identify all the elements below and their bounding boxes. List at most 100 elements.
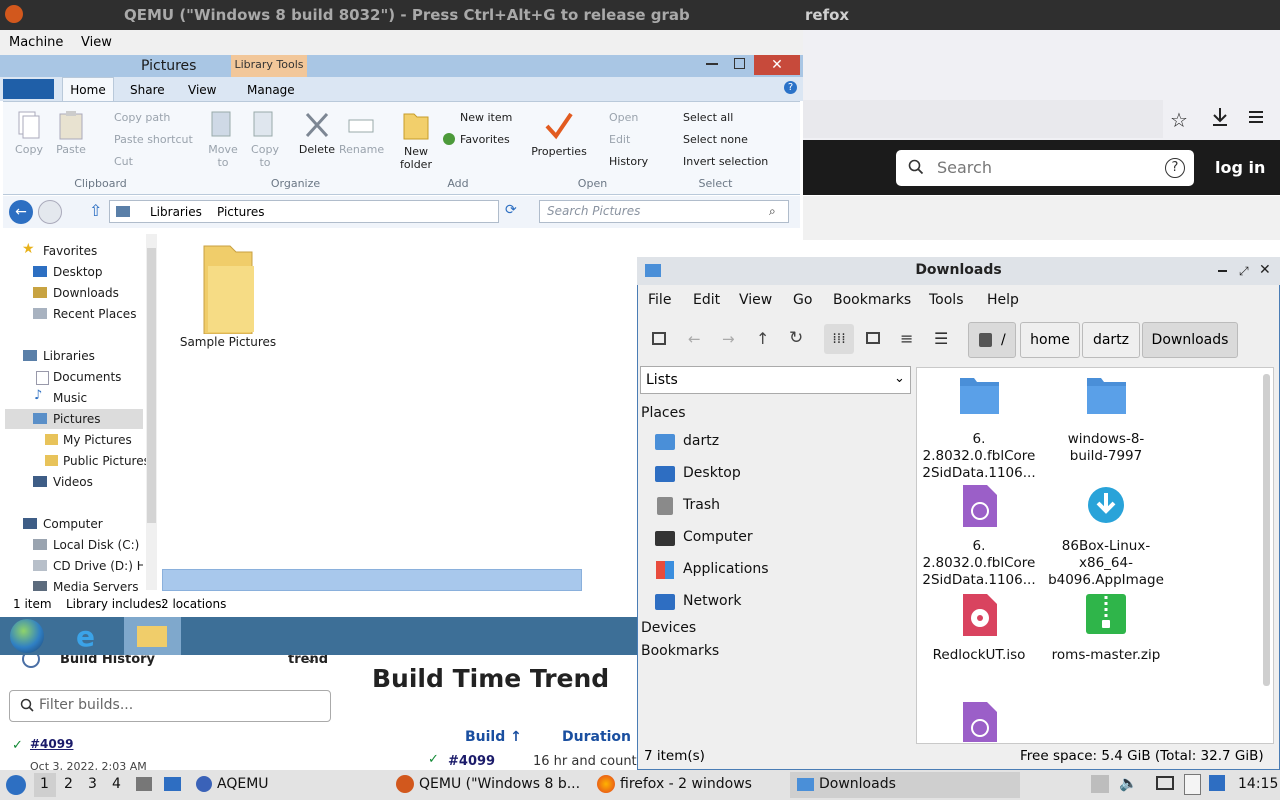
- notes-icon[interactable]: [1209, 775, 1225, 791]
- tray-eject-icon[interactable]: [1091, 775, 1109, 793]
- icon-view-icon[interactable]: ⁞⁞⁞: [824, 324, 854, 354]
- file-item[interactable]: roms-master.zip: [1046, 592, 1166, 664]
- firefox-url-bar[interactable]: [803, 100, 1163, 138]
- path-root-button[interactable]: /: [968, 322, 1016, 358]
- place-trash[interactable]: Trash: [683, 497, 720, 513]
- new-folder-button[interactable]: New folder: [395, 108, 437, 171]
- properties-button[interactable]: Properties: [530, 110, 588, 158]
- bookmark-star-icon[interactable]: ☆: [1170, 108, 1188, 132]
- qemu-task[interactable]: QEMU ("Windows 8 b...: [419, 776, 580, 792]
- desktop-launcher-icon[interactable]: [164, 777, 181, 791]
- qemu-menu-view[interactable]: View: [81, 35, 112, 50]
- nav-videos[interactable]: Videos: [53, 475, 93, 489]
- app-menu-icon[interactable]: [6, 775, 26, 795]
- maximize-icon[interactable]: ⤢: [1239, 264, 1249, 279]
- paste-button[interactable]: Paste: [55, 110, 87, 156]
- place-network[interactable]: Network: [683, 593, 741, 609]
- copy-button[interactable]: Copy: [13, 110, 45, 156]
- menu-file[interactable]: File: [648, 292, 671, 308]
- menu-bookmarks[interactable]: Bookmarks: [833, 292, 911, 308]
- nav-local-disk[interactable]: Local Disk (C:): [53, 538, 139, 552]
- minimize-icon[interactable]: [1218, 270, 1227, 272]
- path-downloads-button[interactable]: Downloads: [1142, 322, 1238, 358]
- file-item[interactable]: 86Box-Linux- x86_64- b4096.AppImage: [1046, 483, 1166, 589]
- file-item[interactable]: 6. 2.8032.0.fblCore 2SidData.1106...: [919, 483, 1039, 589]
- nav-media-servers[interactable]: Media Servers: [53, 580, 138, 592]
- tab-home[interactable]: Home: [62, 77, 114, 102]
- file-item[interactable]: [919, 700, 1039, 742]
- file-explorer-taskbar-button[interactable]: [124, 617, 181, 655]
- refresh-icon[interactable]: ⟳: [505, 202, 525, 222]
- firefox-task[interactable]: firefox - 2 windows: [620, 776, 752, 792]
- file-menu-button[interactable]: [3, 79, 54, 99]
- place-applications[interactable]: Applications: [683, 561, 769, 577]
- menu-icon[interactable]: [1248, 110, 1264, 127]
- select-all-button[interactable]: Select all: [683, 111, 733, 124]
- nav-libraries[interactable]: Libraries: [43, 349, 95, 363]
- sample-pictures-folder[interactable]: Sample Pictures: [176, 238, 280, 349]
- menu-go[interactable]: Go: [793, 292, 812, 308]
- file-view-scrollbar[interactable]: [1263, 374, 1270, 686]
- help-icon[interactable]: ?: [1165, 158, 1185, 178]
- tab-manage[interactable]: Manage: [247, 83, 295, 97]
- path-dartz-button[interactable]: dartz: [1082, 322, 1140, 358]
- nav-documents[interactable]: Documents: [53, 370, 121, 384]
- col-duration-header[interactable]: Duration: [562, 729, 631, 745]
- delete-button[interactable]: Delete: [296, 110, 338, 156]
- back-icon[interactable]: ←: [9, 200, 33, 224]
- nav-computer[interactable]: Computer: [43, 517, 103, 531]
- login-link[interactable]: log in: [1215, 158, 1265, 177]
- qemu-menu-machine[interactable]: Machine: [9, 35, 63, 50]
- path-home-button[interactable]: home: [1020, 322, 1080, 358]
- forward-icon[interactable]: →: [722, 330, 735, 348]
- address-bar[interactable]: Libraries Pictures: [109, 200, 499, 223]
- place-desktop[interactable]: Desktop: [683, 465, 741, 481]
- clipboard-icon[interactable]: [1184, 774, 1201, 795]
- move-to-button[interactable]: Move to: [206, 110, 240, 169]
- workspace-4[interactable]: 4: [112, 776, 121, 792]
- nav-favorites[interactable]: Favorites: [43, 244, 97, 258]
- close-icon[interactable]: ✕: [754, 55, 800, 75]
- up-icon[interactable]: ↑: [756, 329, 769, 348]
- place-dartz[interactable]: dartz: [683, 433, 719, 449]
- open-button[interactable]: Open: [609, 111, 638, 124]
- tab-view[interactable]: View: [188, 83, 216, 97]
- file-item[interactable]: 6. 2.8032.0.fblCore 2SidData.1106...: [919, 376, 1039, 482]
- workspace-3[interactable]: 3: [88, 776, 97, 792]
- nav-my-pictures[interactable]: My Pictures: [63, 433, 132, 447]
- nav-pictures[interactable]: Pictures: [53, 412, 101, 426]
- thumbnail-view-icon[interactable]: [866, 332, 880, 344]
- copy-to-button[interactable]: Copy to: [248, 110, 282, 169]
- site-search-box[interactable]: Search ?: [896, 150, 1194, 186]
- back-icon[interactable]: ←: [688, 330, 701, 348]
- nav-downloads[interactable]: Downloads: [53, 286, 119, 300]
- nav-music[interactable]: Music: [53, 391, 87, 405]
- reload-icon[interactable]: ↻: [789, 328, 803, 348]
- build-link[interactable]: #4099: [30, 737, 73, 751]
- filter-builds-input[interactable]: Filter builds...: [9, 690, 331, 722]
- start-orb-icon[interactable]: [10, 619, 44, 653]
- detailed-view-icon[interactable]: ☰: [934, 329, 948, 348]
- close-icon[interactable]: ✕: [1259, 262, 1271, 278]
- breadcrumb-pictures[interactable]: Pictures: [217, 205, 265, 219]
- nav-public-pictures[interactable]: Public Pictures: [63, 454, 150, 468]
- paste-shortcut-button[interactable]: Paste shortcut: [114, 133, 193, 146]
- new-item-button[interactable]: New item: [460, 111, 512, 124]
- maximize-icon[interactable]: [734, 58, 745, 69]
- help-circle-icon[interactable]: ?: [784, 81, 797, 94]
- copy-path-button[interactable]: Copy path: [114, 111, 170, 124]
- compact-view-icon[interactable]: ≡: [900, 329, 913, 348]
- side-pane-mode-select[interactable]: Lists ⌄: [640, 366, 911, 394]
- invert-selection-button[interactable]: Invert selection: [683, 155, 768, 168]
- file-manager-launcher-icon[interactable]: [136, 777, 152, 791]
- forward-icon[interactable]: [38, 200, 62, 224]
- history-button[interactable]: History: [609, 155, 648, 168]
- search-pictures-input[interactable]: Search Pictures ⌕: [539, 200, 789, 223]
- place-computer[interactable]: Computer: [683, 529, 753, 545]
- nav-recent-places[interactable]: Recent Places: [53, 307, 136, 321]
- aqemu-task[interactable]: AQEMU: [217, 776, 269, 792]
- col-build-header[interactable]: Build ↑: [465, 729, 522, 745]
- menu-tools[interactable]: Tools: [929, 292, 964, 308]
- internet-explorer-icon[interactable]: e: [76, 620, 95, 653]
- nav-desktop[interactable]: Desktop: [53, 265, 103, 279]
